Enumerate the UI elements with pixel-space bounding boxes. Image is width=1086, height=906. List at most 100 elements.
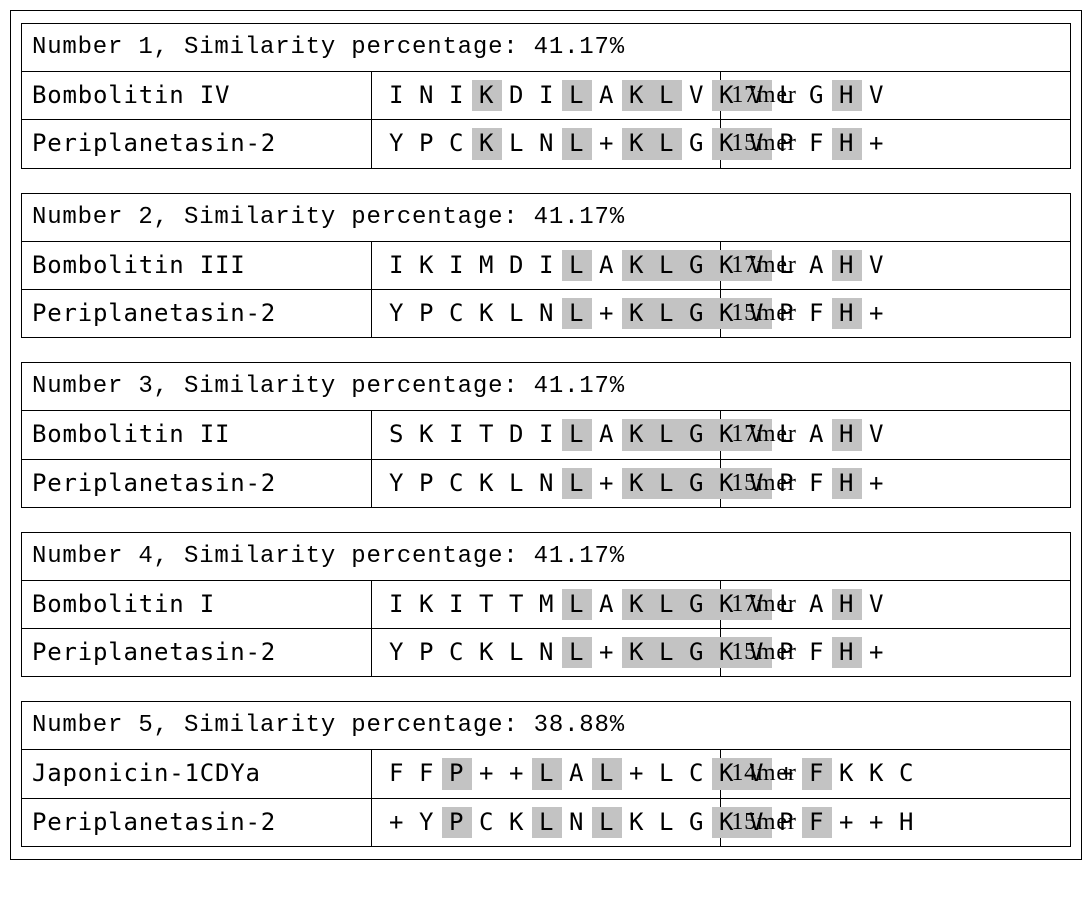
peptide-name: Periplanetasin-2: [22, 120, 372, 168]
table-row: Bombolitin IVINIKDILAKLVKVLGHV17mer: [22, 72, 1071, 120]
residue: K: [472, 128, 502, 159]
sequence-cell: SKITDILAKLGKVLAHV: [371, 411, 721, 459]
residue: L: [562, 250, 592, 281]
residue: V: [682, 80, 712, 111]
residue: F: [802, 468, 832, 499]
residue: G: [682, 468, 712, 499]
peptide-name: Periplanetasin-2: [22, 629, 372, 677]
residue: C: [682, 758, 712, 789]
residue: +: [862, 128, 892, 159]
residue: H: [892, 807, 922, 838]
length-cell: 17mer: [721, 241, 1071, 289]
table-row: Periplanetasin-2YPCKLNL+KLGKVPFH+15mer: [22, 459, 1071, 507]
residue: L: [592, 758, 622, 789]
residue: P: [412, 128, 442, 159]
residue: G: [682, 250, 712, 281]
residue: F: [412, 758, 442, 789]
residue: A: [802, 589, 832, 620]
residue: K: [472, 468, 502, 499]
residue: N: [562, 807, 592, 838]
residue: L: [502, 468, 532, 499]
residue: H: [832, 128, 862, 159]
residue: I: [442, 250, 472, 281]
peptide-name: Bombolitin IV: [22, 72, 372, 120]
sequence-cell: +YPCKLNLKLGKVPF++H: [371, 798, 721, 846]
alignment-container: Number 1, Similarity percentage: 41.17%B…: [10, 10, 1082, 860]
sequence-cell: FFP++LAL+LCKV+FKKC: [371, 750, 721, 798]
residue: A: [802, 250, 832, 281]
residue: +: [592, 637, 622, 668]
alignment-table: Number 1, Similarity percentage: 41.17%B…: [21, 23, 1071, 169]
residue: I: [532, 80, 562, 111]
residue: K: [472, 298, 502, 329]
residue: L: [532, 758, 562, 789]
residue: Y: [382, 637, 412, 668]
residue: Y: [412, 807, 442, 838]
residue: I: [382, 589, 412, 620]
residue: L: [652, 250, 682, 281]
residue: I: [442, 419, 472, 450]
residue: +: [862, 468, 892, 499]
residue: P: [412, 637, 442, 668]
residue: V: [862, 419, 892, 450]
residue: +: [832, 807, 862, 838]
residue: N: [532, 128, 562, 159]
alignment-table: Number 2, Similarity percentage: 41.17%B…: [21, 193, 1071, 339]
residue: L: [562, 589, 592, 620]
residue: L: [562, 637, 592, 668]
residue: Y: [382, 468, 412, 499]
residue: P: [442, 758, 472, 789]
length-cell: 15mer: [721, 120, 1071, 168]
residue: L: [652, 589, 682, 620]
residue: G: [802, 80, 832, 111]
residue: C: [442, 468, 472, 499]
residue: K: [412, 589, 442, 620]
residue: V: [862, 80, 892, 111]
residue: K: [622, 80, 652, 111]
residue: I: [382, 250, 412, 281]
length-cell: 17mer: [721, 411, 1071, 459]
residue: K: [502, 807, 532, 838]
residue: +: [862, 807, 892, 838]
residue: A: [802, 419, 832, 450]
alignment-table: Number 4, Similarity percentage: 41.17%B…: [21, 532, 1071, 678]
residue: F: [802, 637, 832, 668]
alignment-block: Number 3, Similarity percentage: 41.17%B…: [21, 362, 1071, 508]
residue: N: [412, 80, 442, 111]
length-cell: 17mer: [721, 72, 1071, 120]
residue: D: [502, 250, 532, 281]
sequence-cell: YPCKLNL+KLGKVPFH+: [371, 289, 721, 337]
residue: I: [382, 80, 412, 111]
alignment-block: Number 1, Similarity percentage: 41.17%B…: [21, 23, 1071, 169]
residue: V: [862, 250, 892, 281]
length-cell: 17mer: [721, 580, 1071, 628]
residue: L: [652, 807, 682, 838]
length-cell: 15mer: [721, 289, 1071, 337]
residue: +: [592, 468, 622, 499]
residue: K: [622, 128, 652, 159]
table-row: Bombolitin IIIIKIMDILAKLGKVLAHV17mer: [22, 241, 1071, 289]
residue: L: [502, 637, 532, 668]
residue: N: [532, 468, 562, 499]
residue: L: [562, 468, 592, 499]
residue: L: [652, 128, 682, 159]
residue: L: [652, 419, 682, 450]
peptide-name: Periplanetasin-2: [22, 459, 372, 507]
residue: T: [472, 589, 502, 620]
residue: C: [892, 758, 922, 789]
residue: T: [472, 419, 502, 450]
residue: K: [412, 419, 442, 450]
peptide-name: Periplanetasin-2: [22, 289, 372, 337]
residue: K: [622, 637, 652, 668]
residue: A: [592, 419, 622, 450]
residue: +: [862, 298, 892, 329]
block-header: Number 5, Similarity percentage: 38.88%: [22, 702, 1071, 750]
residue: D: [502, 80, 532, 111]
residue: +: [622, 758, 652, 789]
residue: L: [502, 298, 532, 329]
residue: P: [412, 468, 442, 499]
sequence-cell: IKIMDILAKLGKVLAHV: [371, 241, 721, 289]
residue: L: [592, 807, 622, 838]
peptide-name: Bombolitin III: [22, 241, 372, 289]
residue: H: [832, 80, 862, 111]
